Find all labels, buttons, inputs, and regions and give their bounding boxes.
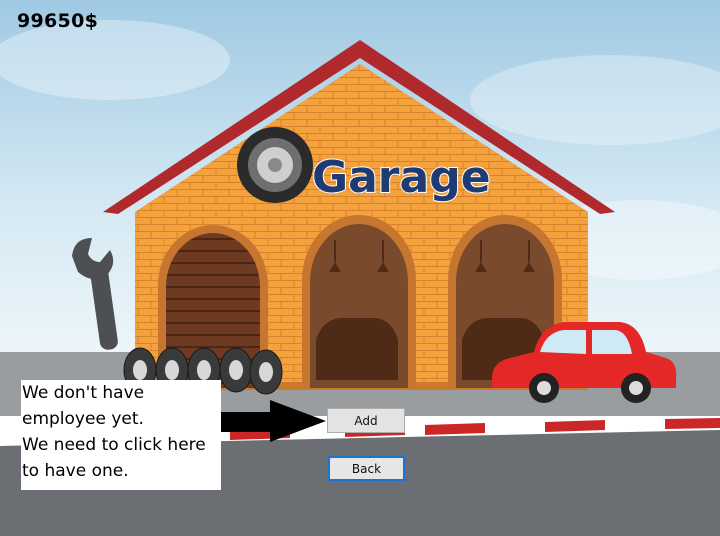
hint-line: employee yet. (22, 409, 144, 429)
tire-logo-icon (237, 127, 313, 203)
back-button[interactable]: Back (328, 456, 405, 481)
hint-line: We don't have (22, 383, 145, 403)
money-counter: 99650$ (17, 10, 99, 32)
hint-text-box: We don't have employee yet. We need to c… (21, 380, 221, 490)
add-employee-button[interactable]: Add (327, 408, 405, 433)
hint-line: to have one. (22, 461, 129, 481)
hint-line: We need to click here (22, 435, 206, 455)
garage-sign: Garage (312, 152, 491, 203)
